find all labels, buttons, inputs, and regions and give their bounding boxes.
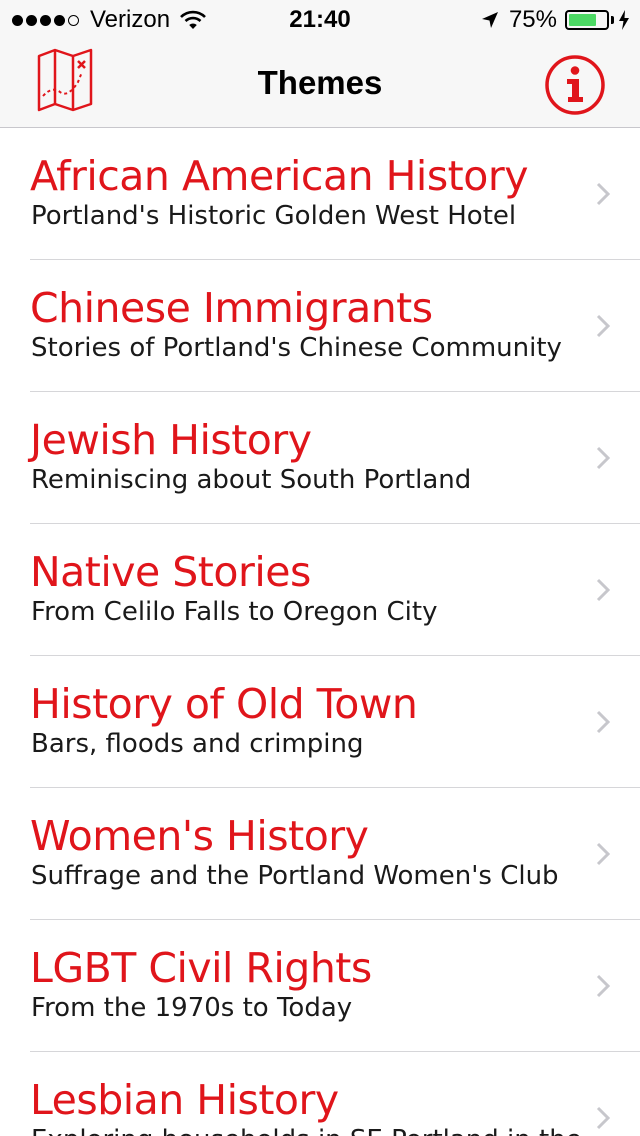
- theme-title: LGBT Civil Rights: [30, 944, 372, 992]
- theme-subtitle: Bars, floods and crimping: [31, 729, 364, 759]
- theme-title: Native Stories: [30, 548, 311, 596]
- status-right: 75%: [481, 6, 630, 34]
- theme-row[interactable]: Women's History Suffrage and the Portlan…: [0, 788, 640, 920]
- theme-title: Chinese Immigrants: [30, 284, 433, 332]
- theme-title: History of Old Town: [30, 680, 418, 728]
- location-arrow-icon: [481, 12, 498, 28]
- chevron-right-icon: [596, 578, 610, 602]
- status-bar: Verizon 21:40 75%: [0, 0, 640, 40]
- battery-nub: [611, 16, 614, 24]
- theme-subtitle: Portland's Historic Golden West Hotel: [31, 201, 517, 231]
- theme-subtitle: Suffrage and the Portland Women's Club: [31, 861, 559, 891]
- theme-row[interactable]: History of Old Town Bars, floods and cri…: [0, 656, 640, 788]
- theme-title: Lesbian History: [30, 1076, 339, 1124]
- theme-row[interactable]: Jewish History Reminiscing about South P…: [0, 392, 640, 524]
- chevron-right-icon: [596, 710, 610, 734]
- theme-row[interactable]: Native Stories From Celilo Falls to Oreg…: [0, 524, 640, 656]
- chevron-right-icon: [596, 1106, 610, 1130]
- chevron-right-icon: [596, 182, 610, 206]
- theme-subtitle: Stories of Portland's Chinese Community: [31, 333, 562, 363]
- battery-icon: [565, 10, 609, 30]
- theme-title: African American History: [30, 152, 528, 200]
- theme-subtitle: From the 1970s to Today: [31, 993, 353, 1023]
- theme-subtitle: Exploring households in SE Portland in t…: [31, 1125, 582, 1136]
- theme-row[interactable]: LGBT Civil Rights From the 1970s to Toda…: [0, 920, 640, 1052]
- chevron-right-icon: [596, 842, 610, 866]
- chevron-right-icon: [596, 314, 610, 338]
- navigation-bar: Themes: [0, 40, 640, 128]
- theme-row[interactable]: Lesbian History Exploring households in …: [0, 1052, 640, 1136]
- theme-subtitle: Reminiscing about South Portland: [31, 465, 472, 495]
- battery-percentage: 75%: [508, 6, 557, 33]
- theme-row[interactable]: African American History Portland's Hist…: [0, 128, 640, 260]
- chevron-right-icon: [596, 446, 610, 470]
- theme-list: African American History Portland's Hist…: [0, 128, 640, 1136]
- charging-bolt-icon: [619, 10, 629, 30]
- battery-level-fill: [569, 14, 596, 26]
- app-screen: Verizon 21:40 75% Themes African America…: [0, 0, 640, 1136]
- theme-row[interactable]: Chinese Immigrants Stories of Portland's…: [0, 260, 640, 392]
- theme-title: Jewish History: [30, 416, 312, 464]
- theme-title: Women's History: [30, 812, 369, 860]
- theme-subtitle: From Celilo Falls to Oregon City: [31, 597, 438, 627]
- info-icon[interactable]: [544, 54, 606, 116]
- chevron-right-icon: [596, 974, 610, 998]
